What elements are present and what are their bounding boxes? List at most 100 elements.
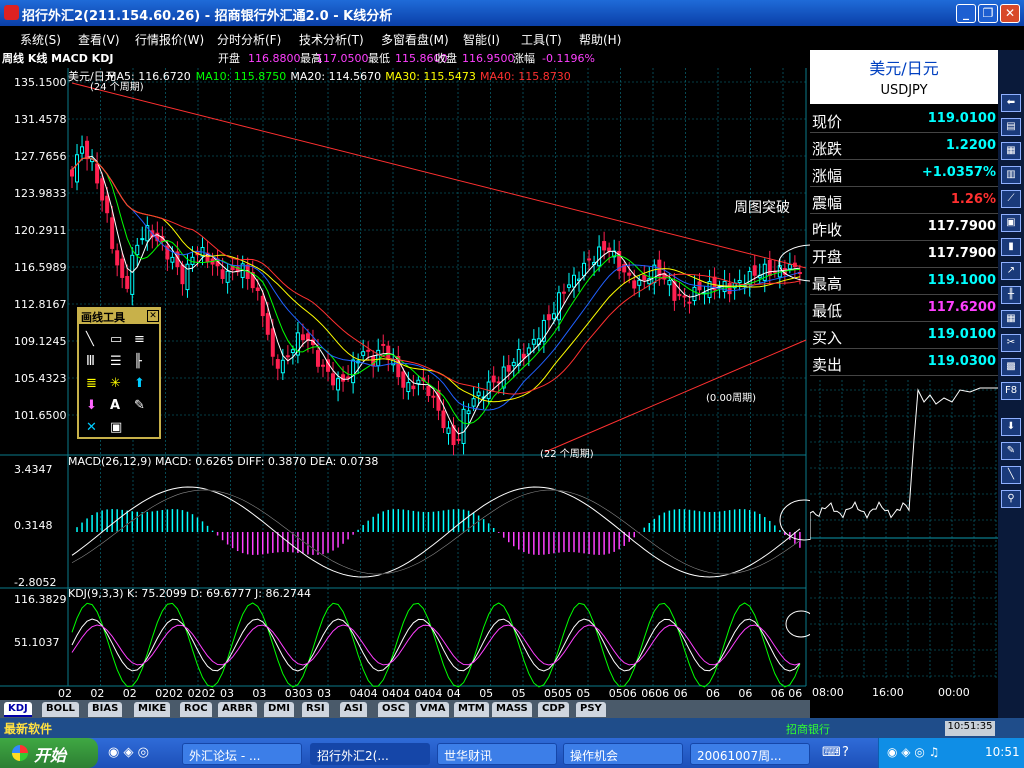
text-tool-icon[interactable]: A (110, 395, 120, 417)
table-icon[interactable]: ▦ (1001, 142, 1021, 160)
tools-icon[interactable]: ✂ (1001, 334, 1021, 352)
ma-legend-item: MA10: 115.8750 (196, 70, 287, 83)
task-opportunity[interactable]: 操作机会 (563, 743, 683, 765)
candle-body (511, 361, 516, 367)
candle-body (75, 154, 80, 183)
bar-chart-icon[interactable]: ▮ (1001, 238, 1021, 256)
open-label: 开盘 (218, 51, 240, 65)
quote-row-value: 119.1000 (927, 273, 996, 288)
indicator-tab-osc[interactable]: OSC (378, 702, 410, 717)
fan-tool-icon[interactable]: ✳ (110, 373, 121, 395)
start-button[interactable]: 开始 (0, 738, 98, 768)
app-icon[interactable] (4, 5, 19, 20)
status-bank: 招商银行 (786, 723, 830, 736)
close-button[interactable]: ✕ (1000, 4, 1020, 23)
indicator-tab-roc[interactable]: ROC (180, 702, 212, 717)
menu-multiwindow[interactable]: 多窗看盘(M) (381, 31, 449, 48)
menu-intraday[interactable]: 分时分析(F) (217, 31, 281, 48)
trend-icon[interactable]: ↗ (1001, 262, 1021, 280)
menu-view[interactable]: 查看(V) (78, 31, 120, 48)
time-tick-label: 0303 (285, 687, 313, 700)
intraday-chart[interactable]: 08:00 16:00 00:00 (810, 380, 998, 700)
close-label: 收盘 (435, 51, 457, 65)
tray-icons[interactable]: ◉ ◈ ◎ ♫ (887, 745, 939, 759)
time-tick-label: 0404 (350, 687, 378, 700)
window-icon[interactable]: ▣ (1001, 214, 1021, 232)
menu-technical[interactable]: 技术分析(T) (299, 31, 364, 48)
eraser-icon[interactable]: ✎ (134, 395, 145, 417)
draw-tool-palette[interactable]: 画线工具 ✕ ╲ ▭ ≡ Ⅲ ☰ ╟ ≣ ✳ ⬆ ⬇ A ✎ ✕ ▣ (77, 307, 161, 439)
title-bar: 招行外汇2(211.154.60.26) - 招商银行外汇通2.0 - K线分析… (0, 0, 1024, 26)
candle-body (572, 274, 576, 288)
intraday-time-1: 16:00 (872, 686, 904, 699)
indicator-tab-mass[interactable]: MASS (492, 702, 532, 717)
menu-help[interactable]: 帮助(H) (579, 31, 621, 48)
task-weekly-doc[interactable]: 20061007周... (690, 743, 810, 765)
indicator-tab-cdp[interactable]: CDP (538, 702, 569, 717)
price-tick-label: 135.1500 (14, 76, 67, 89)
down-arrow-icon[interactable]: ⬇ (86, 395, 97, 417)
macd-title: MACD(26,12,9) MACD: 0.6265 DIFF: 0.3870 … (68, 455, 378, 468)
opportunity-task-label: 操作机会 (570, 749, 619, 763)
help-icon[interactable]: ? (842, 745, 849, 760)
chart-line-icon[interactable]: ⟋ (1001, 190, 1021, 208)
up-arrow-icon[interactable]: ⬆ (134, 373, 145, 395)
search-icon[interactable]: ⚲ (1001, 490, 1021, 508)
indicator-tab-psy[interactable]: PSY (576, 702, 606, 717)
draw-icon[interactable]: ╲ (1001, 466, 1021, 484)
time-tick-label: 0606 (641, 687, 669, 700)
restore-button[interactable]: ❐ (978, 4, 998, 23)
indicator-tab-dmi[interactable]: DMI (264, 702, 294, 717)
list-icon[interactable]: ▤ (1001, 118, 1021, 136)
ma-legend-item: MA40: 115.8730 (480, 70, 571, 83)
channel-tool-icon[interactable]: ≡ (134, 329, 145, 351)
indicator-tab-mtm[interactable]: MTM (454, 702, 489, 717)
back-icon[interactable]: ⬅ (1001, 94, 1021, 112)
fib-tool-icon[interactable]: Ⅲ (86, 351, 95, 373)
menu-quotes[interactable]: 行情报价(W) (135, 31, 204, 48)
line-tool-icon[interactable]: ╲ (86, 329, 94, 351)
indicator-tab-rsi[interactable]: RSI (302, 702, 329, 717)
menu-smart[interactable]: 智能(I) (463, 31, 500, 48)
keyboard-icon[interactable]: ⌨ (822, 745, 841, 760)
report-icon[interactable]: ▥ (1001, 166, 1021, 184)
delete-tool-icon[interactable]: ✕ (86, 417, 97, 439)
ma-legend: 美元/日元MA5: 116.6720 MA10: 115.8750 MA20: 11… (68, 70, 571, 83)
indicator-tab-boll[interactable]: BOLL (42, 702, 79, 717)
grid-icon[interactable]: ▦ (1001, 310, 1021, 328)
quicklaunch-icons[interactable]: ◉ ◈ ◎ (108, 745, 149, 760)
task-forex-forum[interactable]: 外汇论坛 - ... (182, 743, 302, 765)
menu-tools[interactable]: 工具(T) (521, 31, 562, 48)
draw-tool-close-icon[interactable]: ✕ (147, 310, 159, 322)
high-value: 117.0500 (316, 52, 369, 65)
time-tick-label: 06 (738, 687, 752, 700)
hide-tool-icon[interactable]: ▣ (110, 417, 122, 439)
parallel-tool-icon[interactable]: ≣ (86, 373, 97, 395)
indicator-tab-asi[interactable]: ASI (340, 702, 367, 717)
indicator-tab-vma[interactable]: VMA (416, 702, 450, 717)
candle-body (255, 287, 260, 291)
period-tool-icon[interactable]: ☰ (110, 351, 122, 373)
indicator-tab-arbr[interactable]: ARBR (218, 702, 257, 717)
kline-icon[interactable]: ╫ (1001, 286, 1021, 304)
kdj-tick-label: 51.1037 (14, 636, 60, 649)
calc-icon[interactable]: ▩ (1001, 358, 1021, 376)
task-cmb-forex[interactable]: 招行外汇2(... (310, 743, 430, 765)
indicator-tab-mike[interactable]: MIKE (134, 702, 171, 717)
candle-body (366, 349, 371, 352)
candle-body (265, 313, 270, 335)
pencil-icon[interactable]: ✎ (1001, 442, 1021, 460)
menu-system[interactable]: 系统(S) (20, 31, 61, 48)
download-icon[interactable]: ⬇ (1001, 418, 1021, 436)
rect-tool-icon[interactable]: ▭ (110, 329, 122, 351)
indicator-tab-kdj[interactable]: KDJ (4, 702, 32, 717)
gann-tool-icon[interactable]: ╟ (134, 351, 142, 373)
candle-body (361, 351, 366, 356)
candle-body (561, 291, 566, 294)
task-shihua[interactable]: 世华财讯 (437, 743, 557, 765)
minimize-button[interactable]: _ (956, 4, 976, 23)
quote-row-label: 卖出 (812, 356, 843, 374)
candle-body (125, 276, 130, 289)
indicator-tab-bias[interactable]: BIAS (88, 702, 123, 717)
f8-key-icon[interactable]: F8 (1001, 382, 1021, 400)
